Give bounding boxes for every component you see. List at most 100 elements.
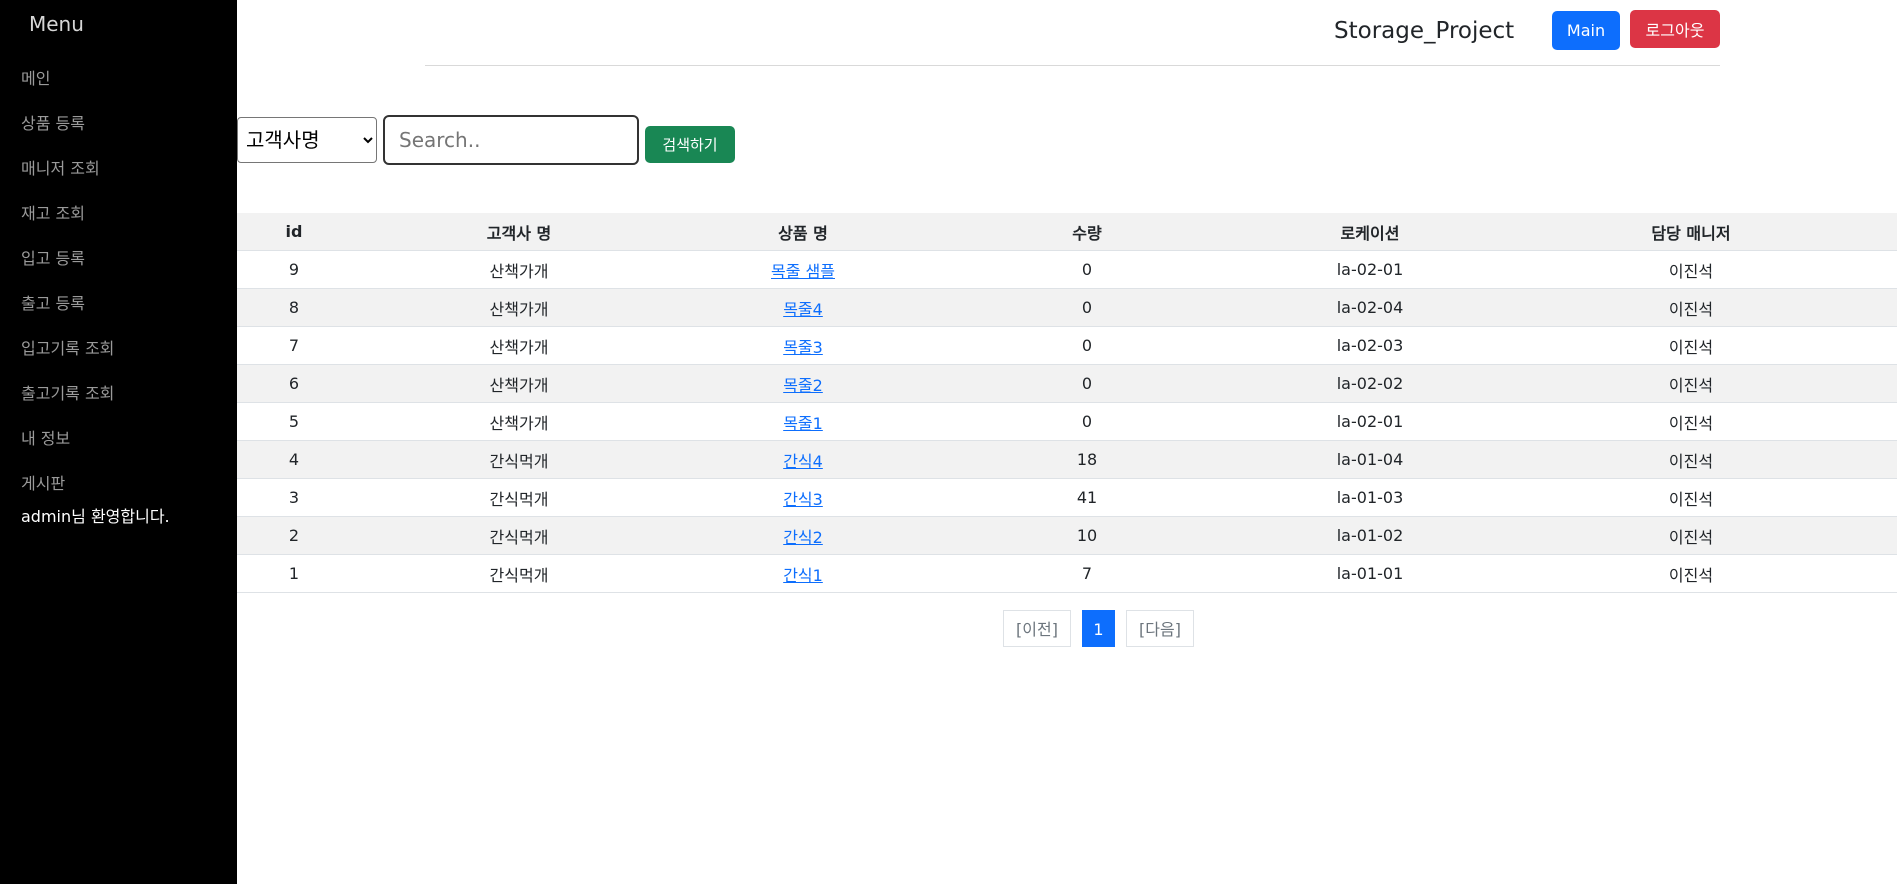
table-row: 9 산책가개 목줄 샘플 0 la-02-01 이진석 (237, 250, 1897, 289)
table-row: 1 간식먹개 간식1 7 la-01-01 이진석 (237, 554, 1897, 593)
cell-id: 9 (237, 250, 351, 289)
prev-page-button[interactable]: [이전] (1003, 610, 1071, 647)
cell-id: 5 (237, 402, 351, 441)
cell-quantity: 0 (919, 364, 1255, 403)
cell-id: 4 (237, 440, 351, 479)
sidebar-item-product-register[interactable]: 상품 등록 (21, 110, 114, 155)
cell-customer: 간식먹개 (351, 478, 687, 517)
table-row: 5 산책가개 목줄1 0 la-02-01 이진석 (237, 402, 1897, 441)
product-link[interactable]: 목줄2 (783, 376, 823, 395)
column-header-product: 상품 명 (687, 213, 919, 251)
cell-product: 간식4 (687, 440, 919, 479)
cell-manager: 이진석 (1485, 554, 1897, 593)
page-title: Storage_Project (1334, 18, 1515, 44)
cell-id: 1 (237, 554, 351, 593)
cell-product: 목줄 샘플 (687, 250, 919, 289)
cell-product: 목줄4 (687, 288, 919, 327)
cell-location: la-02-01 (1255, 250, 1485, 289)
sidebar-item-outbound-register[interactable]: 출고 등록 (21, 290, 114, 335)
cell-quantity: 0 (919, 326, 1255, 365)
product-link[interactable]: 목줄4 (783, 300, 823, 319)
cell-customer: 간식먹개 (351, 554, 687, 593)
product-link[interactable]: 목줄 샘플 (771, 262, 835, 281)
column-header-id: id (237, 213, 351, 251)
sidebar-title: Menu (29, 12, 84, 36)
next-page-button[interactable]: [다음] (1126, 610, 1194, 647)
table-header-row: id 고객사 명 상품 명 수량 로케이션 담당 매니저 (237, 213, 1897, 251)
cell-quantity: 7 (919, 554, 1255, 593)
cell-customer: 산책가개 (351, 326, 687, 365)
cell-customer: 산책가개 (351, 288, 687, 327)
cell-id: 6 (237, 364, 351, 403)
cell-id: 3 (237, 478, 351, 517)
cell-manager: 이진석 (1485, 364, 1897, 403)
header-divider (425, 65, 1720, 66)
cell-customer: 간식먹개 (351, 440, 687, 479)
cell-location: la-01-01 (1255, 554, 1485, 593)
cell-manager: 이진석 (1485, 478, 1897, 517)
sidebar-item-main[interactable]: 메인 (21, 65, 114, 110)
search-input[interactable] (383, 115, 639, 165)
product-link[interactable]: 간식2 (783, 528, 823, 547)
table-row: 8 산책가개 목줄4 0 la-02-04 이진석 (237, 288, 1897, 327)
sidebar-item-inbound-register[interactable]: 입고 등록 (21, 245, 114, 290)
column-header-customer: 고객사 명 (351, 213, 687, 251)
search-type-select[interactable]: 고객사명 (237, 117, 377, 163)
product-link[interactable]: 목줄3 (783, 338, 823, 357)
logout-button[interactable]: 로그아웃 (1630, 10, 1720, 48)
stock-table: id 고객사 명 상품 명 수량 로케이션 담당 매니저 9 산책가개 목줄 샘… (237, 213, 1897, 593)
product-link[interactable]: 간식4 (783, 452, 823, 471)
cell-customer: 간식먹개 (351, 516, 687, 555)
table-row: 7 산책가개 목줄3 0 la-02-03 이진석 (237, 326, 1897, 365)
cell-location: la-02-04 (1255, 288, 1485, 327)
welcome-message: admin님 환영합니다. (21, 507, 170, 526)
cell-location: la-02-02 (1255, 364, 1485, 403)
sidebar-item-my-info[interactable]: 내 정보 (21, 425, 114, 470)
cell-manager: 이진석 (1485, 402, 1897, 441)
cell-id: 2 (237, 516, 351, 555)
sidebar-item-stock-list[interactable]: 재고 조회 (21, 200, 114, 245)
cell-manager: 이진석 (1485, 440, 1897, 479)
page-1-button[interactable]: 1 (1082, 610, 1115, 647)
cell-manager: 이진석 (1485, 250, 1897, 289)
cell-quantity: 0 (919, 288, 1255, 327)
cell-location: la-02-03 (1255, 326, 1485, 365)
search-button[interactable]: 검색하기 (645, 126, 735, 163)
cell-location: la-01-02 (1255, 516, 1485, 555)
cell-manager: 이진석 (1485, 326, 1897, 365)
cell-product: 목줄2 (687, 364, 919, 403)
cell-manager: 이진석 (1485, 516, 1897, 555)
cell-product: 간식3 (687, 478, 919, 517)
sidebar-item-inbound-history[interactable]: 입고기록 조회 (21, 335, 114, 380)
product-link[interactable]: 간식3 (783, 490, 823, 509)
table-row: 6 산책가개 목줄2 0 la-02-02 이진석 (237, 364, 1897, 403)
sidebar: Menu 메인 상품 등록 매니저 조회 재고 조회 입고 등록 출고 등록 입… (0, 0, 237, 884)
sidebar-item-outbound-history[interactable]: 출고기록 조회 (21, 380, 114, 425)
cell-location: la-02-01 (1255, 402, 1485, 441)
pagination: [이전] 1 [다음] (1003, 610, 1194, 647)
cell-location: la-01-03 (1255, 478, 1485, 517)
main-button[interactable]: Main (1552, 11, 1620, 50)
cell-product: 간식2 (687, 516, 919, 555)
product-link[interactable]: 목줄1 (783, 414, 823, 433)
table-row: 4 간식먹개 간식4 18 la-01-04 이진석 (237, 440, 1897, 479)
table-row: 2 간식먹개 간식2 10 la-01-02 이진석 (237, 516, 1897, 555)
table-row: 3 간식먹개 간식3 41 la-01-03 이진석 (237, 478, 1897, 517)
cell-quantity: 10 (919, 516, 1255, 555)
cell-product: 목줄1 (687, 402, 919, 441)
cell-customer: 산책가개 (351, 364, 687, 403)
sidebar-menu: 메인 상품 등록 매니저 조회 재고 조회 입고 등록 출고 등록 입고기록 조… (21, 65, 114, 515)
cell-product: 목줄3 (687, 326, 919, 365)
cell-id: 7 (237, 326, 351, 365)
cell-id: 8 (237, 288, 351, 327)
cell-customer: 산책가개 (351, 250, 687, 289)
cell-location: la-01-04 (1255, 440, 1485, 479)
cell-quantity: 41 (919, 478, 1255, 517)
cell-product: 간식1 (687, 554, 919, 593)
product-link[interactable]: 간식1 (783, 566, 823, 585)
sidebar-item-manager-list[interactable]: 매니저 조회 (21, 155, 114, 200)
cell-quantity: 0 (919, 402, 1255, 441)
cell-quantity: 18 (919, 440, 1255, 479)
column-header-manager: 담당 매니저 (1485, 213, 1897, 251)
column-header-location: 로케이션 (1255, 213, 1485, 251)
